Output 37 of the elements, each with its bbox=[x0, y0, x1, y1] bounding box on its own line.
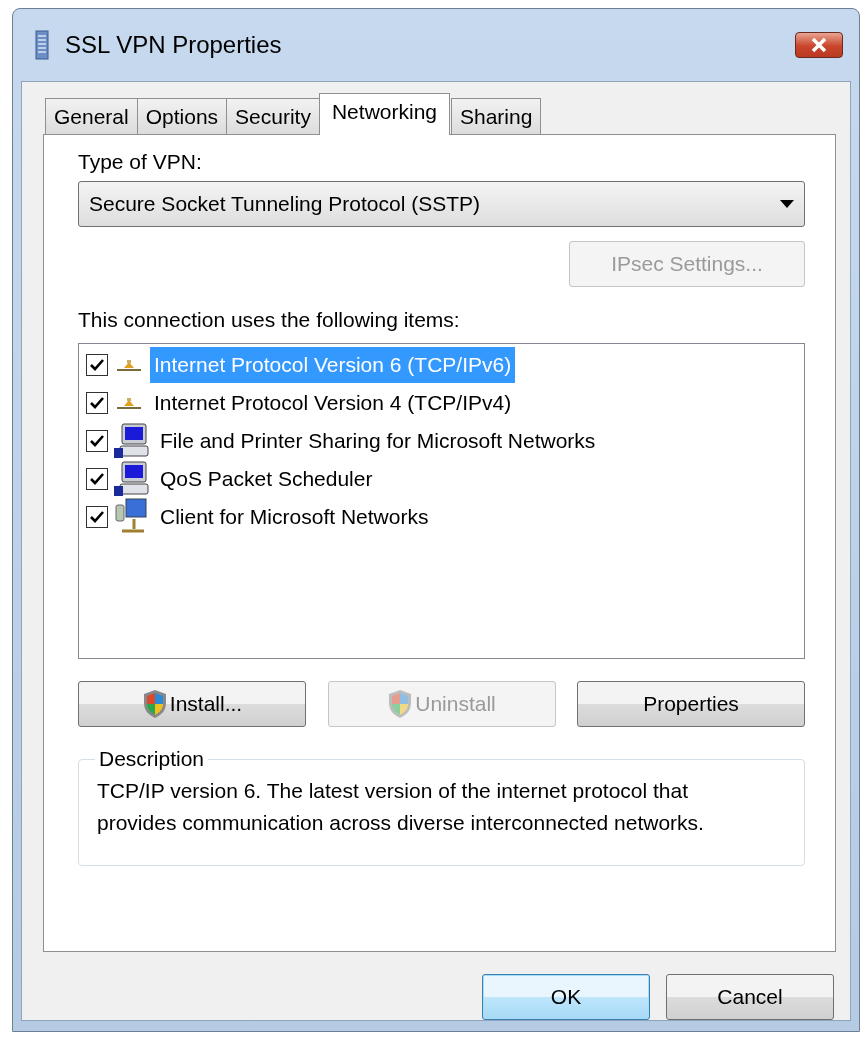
checkmark-icon bbox=[89, 358, 105, 372]
server-icon bbox=[35, 30, 49, 60]
checkmark-icon bbox=[89, 510, 105, 524]
list-item[interactable]: Client for Microsoft Networks bbox=[156, 499, 433, 535]
checkbox[interactable] bbox=[86, 392, 108, 414]
close-button[interactable] bbox=[795, 32, 843, 58]
tab[interactable]: Security bbox=[226, 98, 320, 134]
tab[interactable]: General bbox=[45, 98, 138, 134]
checkmark-icon bbox=[89, 396, 105, 410]
checkbox[interactable] bbox=[86, 506, 108, 528]
vpn-type-dropdown[interactable]: Secure Socket Tunneling Protocol (SSTP) bbox=[78, 181, 805, 227]
network-protocol-icon bbox=[114, 396, 144, 410]
close-icon bbox=[809, 37, 829, 53]
network-protocol-icon bbox=[114, 358, 144, 372]
computer-icon bbox=[114, 422, 150, 460]
window-title: SSL VPN Properties bbox=[65, 31, 283, 59]
item-button[interactable]: Properties bbox=[577, 681, 805, 727]
dropdown-arrow-icon bbox=[780, 200, 794, 208]
list-item[interactable]: File and Printer Sharing for Microsoft Networks bbox=[156, 423, 600, 459]
checkmark-icon bbox=[89, 434, 105, 448]
checkbox[interactable] bbox=[86, 468, 108, 490]
list-label: This connection uses the following items: bbox=[78, 307, 461, 333]
field-label: Type of VPN: bbox=[78, 149, 203, 175]
checkmark-icon bbox=[89, 472, 105, 486]
tab[interactable]: Options bbox=[136, 98, 228, 134]
dialog-button[interactable]: OK bbox=[482, 974, 650, 1020]
description-text: TCP/IP version 6. The latest version of the internet protocol that provides communication across diverse interconnected networks. bbox=[97, 778, 705, 836]
list-item[interactable]: Internet Protocol Version 4 (TCP/IPv4) bbox=[150, 385, 516, 421]
tab[interactable]: Sharing bbox=[451, 98, 542, 134]
computer-icon bbox=[114, 460, 150, 498]
checkbox[interactable] bbox=[86, 430, 108, 452]
tab[interactable]: Networking bbox=[318, 93, 450, 135]
dialog-button[interactable]: Cancel bbox=[666, 974, 834, 1020]
list-item[interactable]: QoS Packet Scheduler bbox=[156, 461, 377, 497]
checkbox[interactable] bbox=[86, 354, 108, 376]
item-button[interactable]: Install... bbox=[78, 681, 306, 727]
group-title: Description bbox=[98, 747, 206, 771]
